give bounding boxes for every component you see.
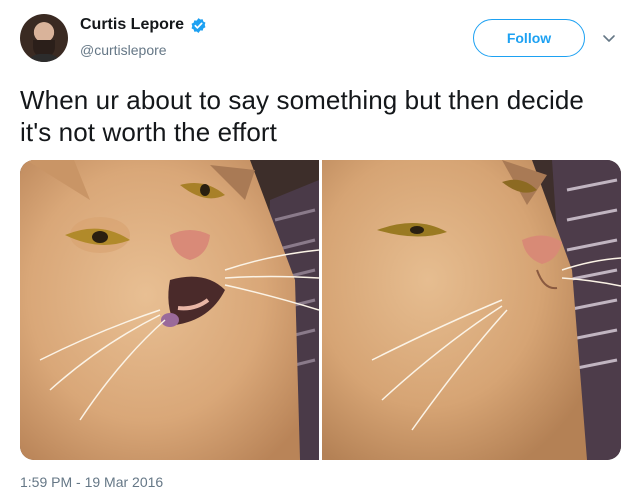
chevron-down-icon[interactable] (601, 30, 617, 46)
cat-photo-mouth-closed[interactable] (322, 160, 621, 460)
tweet-timestamp[interactable]: 1:59 PM - 19 Mar 2016 (20, 474, 163, 490)
follow-button[interactable]: Follow (473, 19, 585, 57)
author-handle[interactable]: @curtislepore (80, 42, 167, 58)
author-display-name[interactable]: Curtis Lepore (80, 16, 184, 34)
cat-photo-mouth-open[interactable] (20, 160, 319, 460)
tweet-text: When ur about to say something but then … (20, 85, 584, 147)
author-name-row[interactable]: Curtis Lepore (80, 16, 207, 34)
verified-badge-icon (191, 17, 206, 33)
avatar[interactable] (20, 14, 68, 62)
tweet-card: Curtis Lepore @curtislepore Follow When … (0, 0, 640, 502)
